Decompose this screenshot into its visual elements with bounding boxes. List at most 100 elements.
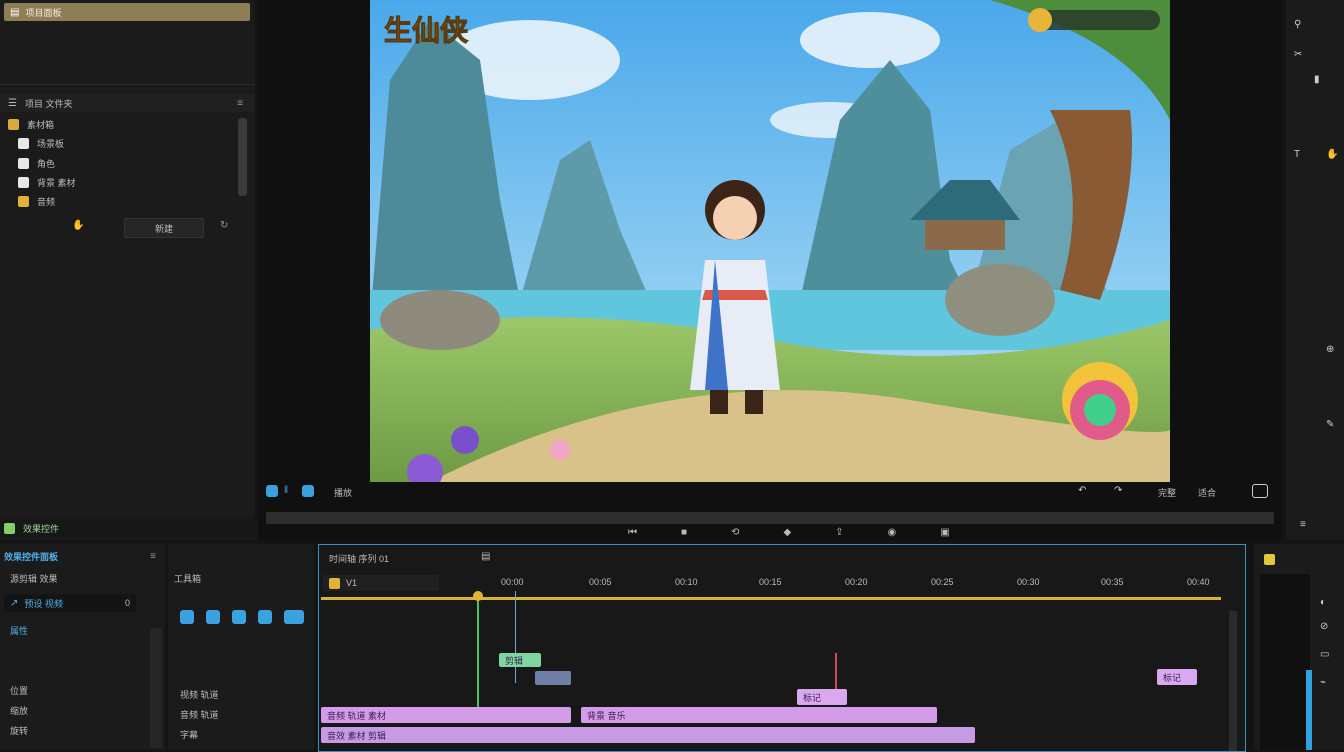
volume-icon[interactable]: ◐	[1320, 598, 1332, 608]
quality-text[interactable]: 完整	[1158, 486, 1176, 499]
solo-icon[interactable]: ▭	[1320, 650, 1332, 660]
bin-header: ☰ 项目 文件夹 ≡	[0, 94, 255, 112]
loop-icon[interactable]: ⟲	[731, 527, 739, 539]
tool-row[interactable]: 视频 轨道	[180, 688, 304, 708]
preset-row[interactable]: ↗ 预设 视频 0	[4, 594, 136, 612]
audio-meter-panel: ◐ ⊘ ▭ ⌁	[1254, 544, 1344, 750]
marker-flag	[835, 653, 837, 689]
camera-icon[interactable]: ◉	[888, 527, 897, 539]
timeline-scrollbar[interactable]	[1229, 611, 1237, 751]
tools-panel: 工具箱 视频 轨道 音频 轨道 字幕	[168, 544, 314, 750]
bin-menu-icon[interactable]: ≡	[237, 98, 243, 109]
effects-icon	[4, 522, 15, 534]
tool-button[interactable]	[284, 610, 304, 624]
right-toolbar: ⚲ ✂ ▮ T ✋ ⊕ ✎ ≡	[1286, 0, 1344, 540]
status-text: 播放	[334, 488, 353, 498]
list-item[interactable]: 角色	[0, 154, 255, 172]
tick-label: 00:10	[675, 577, 698, 587]
meter-icon	[1264, 554, 1275, 565]
tool-track-icon[interactable]: ▮	[1314, 75, 1326, 85]
tool-select-icon[interactable]: ⚲	[1294, 20, 1306, 30]
timeline-clip[interactable]: 标记	[1157, 669, 1197, 685]
marker-icon[interactable]: ◆	[783, 527, 791, 539]
timeline-panel: 时间轴 序列 01 ▤ V1 00:00 00:05 00:10 00:15 0…	[318, 544, 1246, 752]
left-footer: 效果控件	[0, 518, 259, 538]
preset-icon: ↗	[10, 597, 19, 609]
playhead-handle[interactable]	[473, 591, 483, 601]
effects-sub: 源剪辑 效果	[10, 574, 58, 584]
tool-button[interactable]	[232, 610, 246, 624]
step-back-icon[interactable]: ⏮	[628, 527, 637, 539]
property-row[interactable]: 位置	[10, 684, 120, 704]
timeline-clip[interactable]: 音频 轨道 素材	[321, 707, 571, 723]
file-icon	[18, 176, 29, 188]
redo-icon[interactable]: ↷	[1114, 485, 1122, 496]
project-panel: ▤ 项目面板 ☰ 项目 文件夹 ≡ 素材箱 场景板 角色 背景 素材 音频 ✋ …	[0, 0, 259, 540]
property-list: 位置 缩放 旋转	[10, 684, 120, 744]
timeline-clip[interactable]	[535, 671, 571, 685]
file-icon	[18, 137, 29, 149]
panel-menu-icon[interactable]: ≡	[150, 551, 156, 562]
timeline-clip[interactable]: 剪辑	[499, 653, 541, 667]
tick-label: 00:25	[931, 577, 954, 587]
tool-text-icon[interactable]: T	[1294, 150, 1306, 160]
tool-razor-icon[interactable]: ✂	[1294, 50, 1306, 60]
export-icon[interactable]: ⇪	[835, 527, 843, 539]
mute-icon[interactable]: ⊘	[1320, 622, 1332, 632]
hud-bar	[1028, 8, 1160, 32]
preview-image: 生仙侠	[370, 0, 1170, 482]
tool-button[interactable]	[180, 610, 194, 624]
audio-level	[1306, 670, 1312, 750]
list-item[interactable]: 背景 素材	[0, 173, 255, 191]
tool-hand-icon[interactable]: ✋	[1326, 150, 1338, 160]
compare-icon[interactable]: ▣	[940, 527, 949, 539]
property-row[interactable]: 缩放	[10, 704, 120, 724]
effects-scrollbar[interactable]	[150, 628, 162, 748]
tool-button[interactable]	[206, 610, 220, 624]
effects-title: 效果控件面板	[4, 551, 59, 562]
folder-icon	[18, 195, 29, 207]
timeline-clip[interactable]: 音效 素材 剪辑	[321, 727, 975, 743]
hand-icon[interactable]: ✋	[72, 220, 84, 231]
track-icon	[329, 577, 340, 589]
audio-meter	[1260, 574, 1310, 750]
tick-label: 00:00	[501, 577, 524, 587]
tick-label: 00:05	[589, 577, 612, 587]
tool-pen-icon[interactable]: ✎	[1326, 420, 1338, 430]
work-area-bar[interactable]	[321, 597, 1221, 600]
timeline-clip[interactable]: 标记	[797, 689, 847, 705]
play-button[interactable]	[266, 485, 278, 497]
undo-icon[interactable]: ↶	[1078, 485, 1086, 496]
loop-button[interactable]	[302, 485, 314, 497]
track-label: V1	[323, 575, 439, 591]
refresh-icon[interactable]: ↻	[220, 220, 228, 231]
new-bin-button[interactable]: 新建	[124, 218, 204, 238]
tool-row[interactable]: 音频 轨道	[180, 708, 304, 728]
scrollbar[interactable]	[238, 118, 247, 196]
project-search-bar[interactable]: ▤ 项目面板	[4, 3, 250, 21]
folder-icon: ▤	[10, 6, 20, 18]
scrub-bar[interactable]	[266, 512, 1274, 524]
tool-audio-icon[interactable]: ≡	[1300, 520, 1312, 530]
fit-text[interactable]: 适合	[1198, 486, 1216, 499]
list-item[interactable]: 场景板	[0, 134, 255, 152]
settings-icon[interactable]	[1252, 484, 1268, 498]
viewer-toolbar: ‖ 播放 ↶ ↷ 完整 适合	[258, 484, 1282, 500]
game-logo: 生仙侠	[384, 15, 469, 47]
pause-icon[interactable]: ‖	[284, 485, 288, 496]
tick-label: 00:35	[1101, 577, 1124, 587]
timeline-menu-icon[interactable]: ▤	[481, 551, 490, 562]
timeline-clip[interactable]: 背景 音乐	[581, 707, 937, 723]
tool-button[interactable]	[258, 610, 272, 624]
list-item[interactable]: 音频	[0, 192, 255, 210]
transport-controls: ⏮ ■ ⟲ ◆ ⇪ ◉ ▣	[628, 527, 1008, 539]
file-icon	[18, 157, 29, 169]
playhead[interactable]	[477, 591, 479, 709]
link-icon[interactable]: ⌁	[1320, 678, 1332, 688]
tool-row[interactable]: 字幕	[180, 728, 304, 748]
tool-zoom-icon[interactable]: ⊕	[1326, 345, 1338, 355]
list-item[interactable]: 素材箱	[0, 115, 255, 133]
property-row[interactable]: 旋转	[10, 724, 120, 744]
tick-label: 00:30	[1017, 577, 1040, 587]
stop-icon[interactable]: ■	[681, 527, 687, 539]
